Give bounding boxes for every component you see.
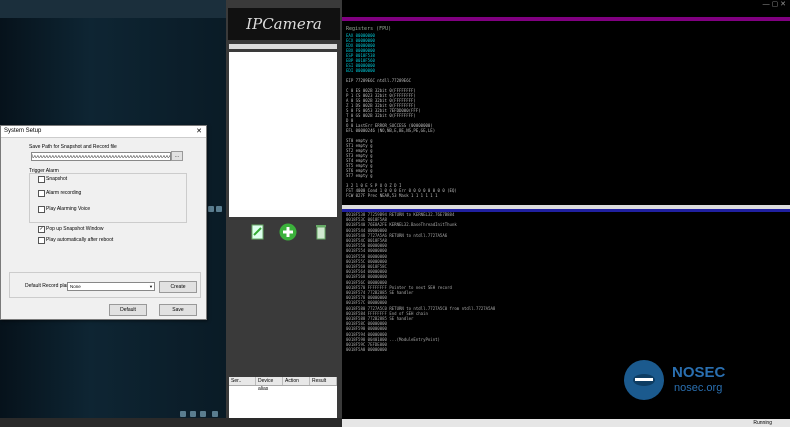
dialog-title: System Setup [4,128,42,134]
logo-name: NOSEC [672,364,726,381]
snapshot-label: Snapshot [46,176,68,182]
chevron-down-icon[interactable]: ▼ [149,283,153,290]
logo-site: nosec.org [674,382,723,394]
table-header: Ser.. Device alias Action Result [229,377,337,392]
record-plan-value: None [70,284,81,289]
stack-pane[interactable]: 0018F538 77259B94 RETURN to KERNEL32.76E… [346,212,706,352]
ptz-control-icon[interactable] [216,206,222,212]
add-device-icon[interactable] [279,223,297,241]
record-plan-label: Default Record plan [25,283,70,289]
register-line[interactable]: FCW 027F Prec NEAR,53 Mask 1 1 1 1 1 1 [346,193,646,198]
edit-device-icon[interactable] [251,224,265,240]
taskbar [0,418,342,427]
save-path-label: Save Path for Snapshot and Record file [29,144,117,150]
column-header[interactable]: Result [310,377,337,385]
ipcamera-panel: IPCamera Ser.. Device alias Action Resul… [226,0,342,418]
device-list[interactable] [229,52,337,217]
video-topbar [0,0,226,18]
autoplay-reboot-label: Play automatically after reboot [46,237,114,243]
popup-snapshot-label: Pop up Snapshot Window [46,226,104,232]
registers-title: Registers (FPU) [346,26,392,32]
column-header[interactable]: Ser.. [229,377,256,385]
ptz-control-icon[interactable] [212,411,218,417]
status-bar: Running [342,419,790,427]
device-toolbar [229,222,337,244]
browse-button[interactable]: ... [171,151,183,161]
play-alarm-voice-checkbox[interactable] [38,206,45,213]
ptz-control-icon[interactable] [208,206,214,212]
snapshot-checkbox[interactable] [38,176,45,183]
close-icon[interactable]: ✕ [196,126,202,137]
ptz-control-icon[interactable] [200,411,206,417]
registers-pane[interactable]: EAX 00000000 ECX 00000000 EDX 00000000 EBX … [346,33,646,198]
column-header[interactable]: Device alias [256,377,283,392]
save-button[interactable]: Save [159,304,197,316]
default-button[interactable]: Default [109,304,147,316]
status-text: Running [753,420,772,426]
column-header[interactable]: Action [283,377,310,385]
autoplay-reboot-checkbox[interactable] [38,237,45,244]
delete-device-icon[interactable] [315,224,327,240]
dialog-titlebar: System Setup ✕ [1,126,206,138]
device-header [229,44,337,49]
record-plan-select[interactable]: None ▼ [67,282,155,291]
alarm-recording-checkbox[interactable] [38,190,45,197]
ninja-logo-icon [624,360,664,400]
save-path-input[interactable]: \AAAAAAAAAAAAAAAAAAAAAAAAAAAAAAAAAAAAAAA… [31,152,171,161]
ptz-control-icon[interactable] [180,411,186,417]
alarm-recording-label: Alarm recording [46,190,82,196]
ptz-control-icon[interactable] [190,411,196,417]
stack-row[interactable]: 0018F5A0 00000000 [346,347,706,352]
event-table: Ser.. Device alias Action Result [229,377,337,418]
nosec-logo: NOSEC nosec.org [624,360,744,404]
debugger-toolbar [342,17,790,21]
create-button[interactable]: Create [159,281,197,293]
window-controls[interactable]: — ▢ ✕ [763,0,786,8]
system-setup-dialog: System Setup ✕ Save Path for Snapshot an… [0,125,207,320]
play-alarm-voice-label: Play Alarming Voice [46,206,91,212]
popup-snapshot-checkbox[interactable]: ✓ [38,226,45,233]
ipcamera-title: IPCamera [228,8,340,40]
